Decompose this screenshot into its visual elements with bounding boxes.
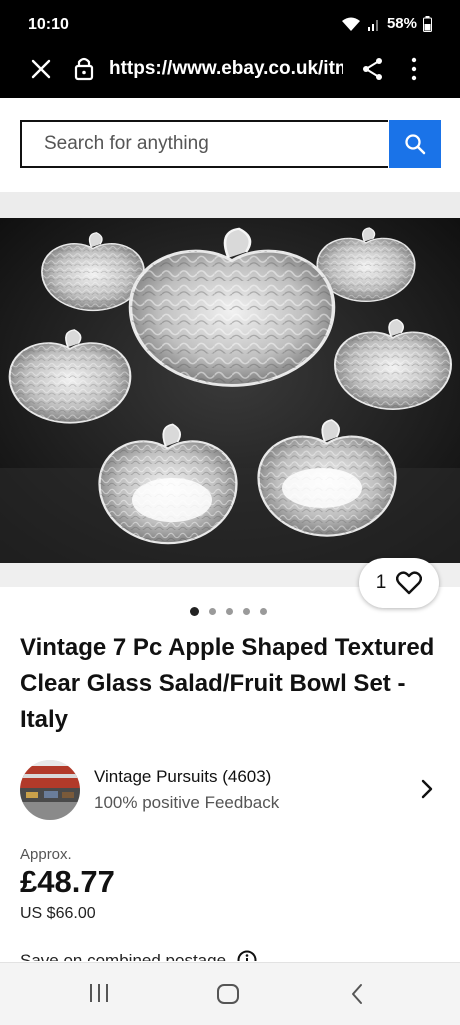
pager-dot[interactable] [260,608,267,615]
home-icon[interactable] [216,984,240,1004]
status-icons: 58% [341,15,432,32]
search-box [20,120,388,168]
heart-outline-icon [396,571,423,595]
postage-text: Save on combined postage [20,951,227,961]
price-amount: £48.77 [20,864,115,899]
seller-name[interactable]: Vintage Pursuits (4603) [94,767,271,787]
status-time: 10:10 [28,16,69,33]
chevron-right-icon[interactable] [420,778,434,800]
lock-icon[interactable] [74,56,94,82]
browser-toolbar: https://www.ebay.co.uk/itm [0,48,460,98]
price-usd: US $66.00 [20,905,96,922]
wifi-icon [341,17,360,31]
search-input[interactable] [22,122,374,166]
product-image[interactable] [0,218,460,563]
share-icon[interactable] [362,57,384,81]
like-count: 1 [375,572,387,593]
search-icon [405,134,426,155]
approx-label: Approx. [20,846,72,863]
seller-row[interactable]: Vintage Pursuits (4603) 100% positive Fe… [20,758,440,822]
back-icon[interactable] [350,983,364,1005]
combined-postage-row[interactable]: Save on combined postage [20,950,440,961]
seller-feedback: 100% positive Feedback [94,793,280,812]
pager-dot[interactable] [243,608,250,615]
signal-icon [367,19,378,31]
android-nav-bar [0,962,460,1025]
battery-percent: 58% [386,15,417,32]
apple-glass-bowl-set-photo [0,218,460,563]
pager-dot[interactable] [226,608,233,615]
image-pager-dots[interactable] [190,607,267,616]
more-vertical-icon[interactable] [410,56,418,82]
info-icon[interactable] [237,950,257,961]
url-field[interactable]: https://www.ebay.co.uk/itm [109,58,343,80]
pager-dot-active[interactable] [190,607,199,616]
listing-title: Vintage 7 Pc Apple Shaped Textured Clear… [20,634,435,733]
watch-button[interactable]: 1 [359,558,439,608]
seller-avatar [20,760,80,820]
spacer-strip [0,192,460,218]
recent-apps-icon[interactable] [88,983,110,1003]
seller-storefront-avatar [20,760,80,820]
pager-dot[interactable] [209,608,216,615]
close-icon[interactable] [30,58,52,80]
search-bar [0,98,460,192]
battery-icon [423,15,432,32]
status-bar: 10:10 58% [0,0,460,48]
search-button[interactable] [389,120,441,168]
